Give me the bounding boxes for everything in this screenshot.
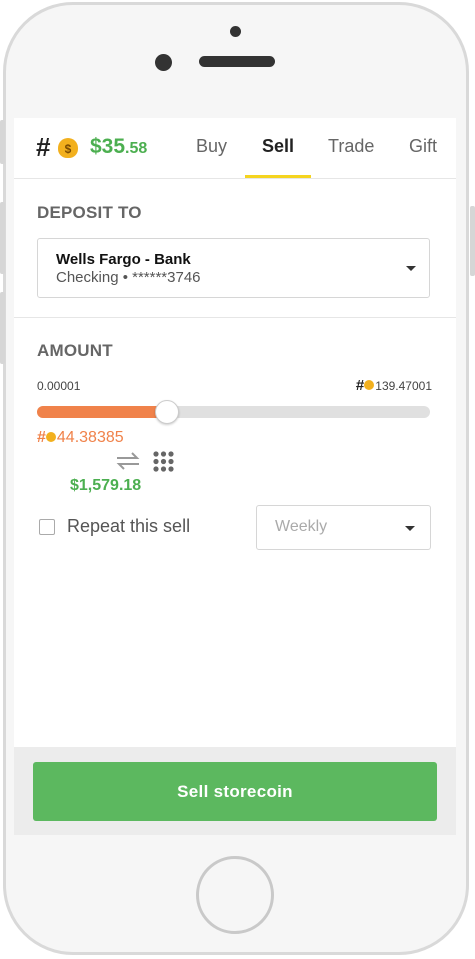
brand-hash-symbol: # [36, 132, 51, 162]
repeat-label: Repeat this sell [67, 516, 191, 536]
tab-sell[interactable]: Sell [262, 136, 294, 157]
usd-amount: $1,579.18 [70, 477, 142, 494]
side-button-power [470, 206, 475, 276]
frequency-value: Weekly [275, 518, 328, 535]
money-bag-icon: $ [58, 138, 78, 158]
slider-max-label: #139.47001 [356, 377, 432, 394]
side-button-mute [0, 120, 5, 164]
deposit-section-label: DEPOSIT TO [37, 203, 142, 222]
front-camera [155, 54, 172, 71]
deposit-account-select[interactable]: Wells Fargo - Bank Checking • ******3746 [37, 238, 430, 298]
money-bag-icon [45, 432, 56, 442]
home-button[interactable] [196, 856, 274, 934]
frequency-select[interactable]: Weekly [256, 505, 431, 550]
chevron-down-icon [405, 526, 415, 531]
front-sensor [230, 26, 241, 37]
repeat-checkbox[interactable] [39, 519, 55, 535]
tab-trade[interactable]: Trade [328, 136, 374, 157]
balance-cents: .58 [125, 140, 148, 157]
amount-section-label: AMOUNT [37, 341, 113, 360]
balance-whole: $35 [90, 135, 126, 158]
keypad-icon[interactable] [153, 451, 174, 472]
deposit-account-detail: Checking • ******3746 [56, 269, 201, 286]
coin-amount: #44.38385 [37, 429, 124, 447]
slider-min-value: 0.00001 [37, 379, 81, 393]
tab-buy[interactable]: Buy [196, 136, 227, 157]
active-tab-indicator [245, 175, 311, 178]
side-button-volume-down [0, 292, 5, 364]
earpiece-speaker [199, 56, 275, 67]
app-screen: # $ $35.58 Buy Sell Trade Gift DEPOSIT T… [14, 118, 456, 835]
chevron-down-icon [406, 266, 416, 271]
slider-max-value: 139.47001 [375, 379, 432, 393]
coin-amount-value: 44.38385 [56, 429, 124, 446]
side-button-volume-up [0, 202, 5, 274]
action-footer: Sell storecoin [14, 747, 456, 835]
sell-button[interactable]: Sell storecoin [33, 762, 437, 821]
swap-arrows-icon[interactable] [115, 451, 141, 471]
slider-thumb[interactable] [154, 400, 179, 424]
amount-slider[interactable] [37, 400, 430, 424]
wallet-balance: $35.58 [90, 135, 147, 159]
section-divider [14, 317, 456, 318]
money-bag-icon [364, 380, 375, 390]
slider-fill [37, 406, 167, 418]
max-hash-symbol: # [355, 377, 365, 394]
deposit-account-name: Wells Fargo - Bank [56, 251, 191, 268]
top-nav-bar: # $ $35.58 Buy Sell Trade Gift [14, 118, 456, 179]
coin-hash-symbol: # [37, 429, 46, 446]
tab-gift[interactable]: Gift [409, 136, 437, 157]
